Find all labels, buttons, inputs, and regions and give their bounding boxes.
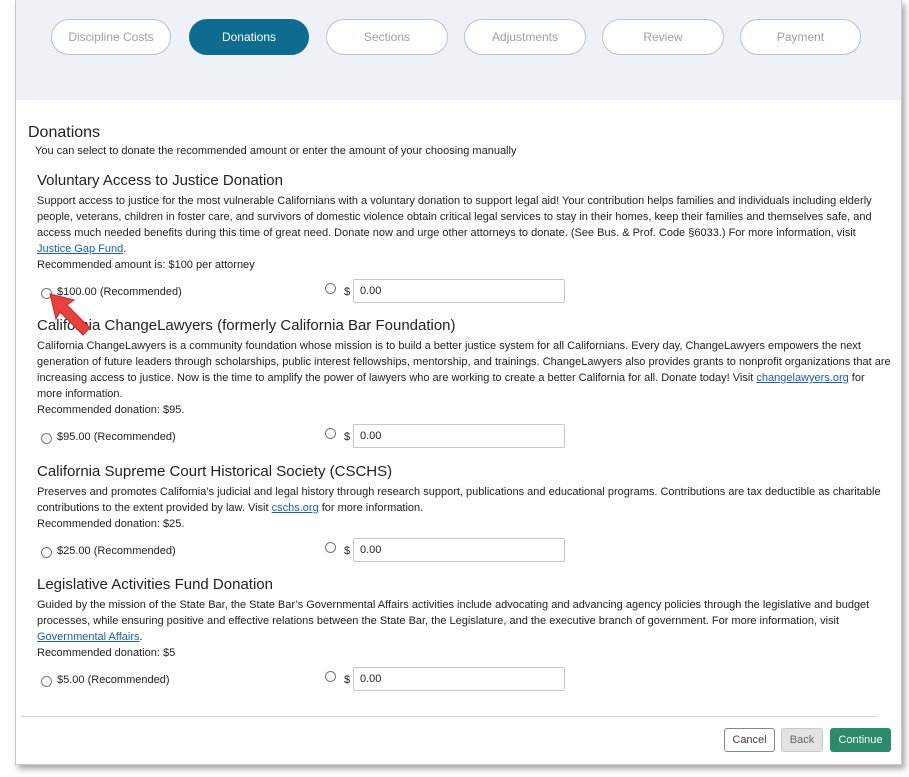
justice-gap-fund-link[interactable]: Justice Gap Fund [37, 243, 123, 255]
donation-options: $100.00 (Recommended) $ [37, 277, 892, 307]
donation-description: Support access to justice for the most v… [37, 193, 892, 257]
donation-title: Voluntary Access to Justice Donation [37, 172, 283, 189]
description-text-end: . [139, 631, 143, 643]
donation-changelawyers: California ChangeLawyers (formerly Calif… [37, 317, 892, 452]
donation-title: California Supreme Court Historical Soci… [37, 463, 393, 480]
currency-symbol: $ [344, 545, 351, 557]
custom-amount-input[interactable] [353, 279, 565, 303]
description-text-end: . [123, 243, 127, 255]
donation-options: $5.00 (Recommended) $ [37, 665, 892, 695]
donation-options: $95.00 (Recommended) $ [37, 422, 892, 452]
recommended-option-label: $95.00 (Recommended) [57, 431, 176, 443]
continue-button[interactable]: Continue [830, 728, 891, 752]
step-donations[interactable]: Donations [189, 19, 309, 55]
footer-divider [21, 716, 876, 717]
recommended-option-label: $5.00 (Recommended) [57, 674, 170, 686]
step-sections[interactable]: Sections [326, 19, 448, 55]
changelawyers-link[interactable]: changelawyers.org [756, 372, 848, 384]
recommended-amount: Recommended amount is: $100 per attorney [37, 259, 255, 271]
currency-symbol: $ [344, 674, 351, 686]
description-text: Preserves and promotes California’s judi… [37, 486, 881, 514]
donation-description: Guided by the mission of the State Bar, … [37, 597, 892, 645]
step-discipline-costs[interactable]: Discipline Costs [51, 19, 171, 55]
cschs-link[interactable]: cschs.org [272, 502, 319, 514]
arrow-cursor-icon [49, 293, 91, 336]
recommended-amount: Recommended donation: $5 [37, 647, 176, 659]
donation-options: $25.00 (Recommended) $ [37, 536, 892, 566]
description-text-end: for more information. [318, 502, 424, 514]
donations-window: Discipline Costs Donations Sections Adju… [15, 0, 902, 765]
custom-amount-input[interactable] [353, 667, 565, 691]
cancel-button[interactable]: Cancel [724, 728, 775, 752]
progress-stepper: Discipline Costs Donations Sections Adju… [16, 0, 901, 100]
currency-symbol: $ [344, 286, 351, 298]
custom-amount-radio[interactable] [325, 428, 336, 439]
description-text: Support access to justice for the most v… [37, 195, 872, 239]
recommended-amount: Recommended donation: $95. [37, 404, 185, 416]
recommended-radio[interactable] [41, 547, 52, 558]
custom-amount-input[interactable] [353, 424, 565, 448]
page-title: Donations [28, 124, 101, 141]
recommended-amount: Recommended donation: $25. [37, 518, 185, 530]
donation-description: California ChangeLawyers is a community … [37, 338, 892, 402]
description-text: Guided by the mission of the State Bar, … [37, 599, 870, 627]
custom-amount-input[interactable] [353, 538, 565, 562]
donation-title: California ChangeLawyers (formerly Calif… [37, 317, 456, 334]
recommended-radio[interactable] [41, 433, 52, 444]
custom-amount-radio[interactable] [325, 542, 336, 553]
back-button[interactable]: Back [781, 728, 823, 752]
recommended-option-label: $25.00 (Recommended) [57, 545, 176, 557]
custom-amount-radio[interactable] [325, 283, 336, 294]
step-payment[interactable]: Payment [740, 19, 861, 55]
donation-title: Legislative Activities Fund Donation [37, 576, 273, 593]
recommended-radio[interactable] [41, 676, 52, 687]
donation-legislative-activities: Legislative Activities Fund Donation Gui… [37, 576, 892, 695]
step-review[interactable]: Review [602, 19, 724, 55]
donation-cschs: California Supreme Court Historical Soci… [37, 463, 892, 566]
page-subtitle: You can select to donate the recommended… [35, 145, 517, 157]
custom-amount-radio[interactable] [325, 671, 336, 682]
step-adjustments[interactable]: Adjustments [464, 19, 586, 55]
donation-access-to-justice: Voluntary Access to Justice Donation Sup… [37, 172, 892, 307]
donation-description: Preserves and promotes California’s judi… [37, 484, 892, 516]
governmental-affairs-link[interactable]: Governmental Affairs [37, 631, 140, 643]
currency-symbol: $ [344, 431, 351, 443]
